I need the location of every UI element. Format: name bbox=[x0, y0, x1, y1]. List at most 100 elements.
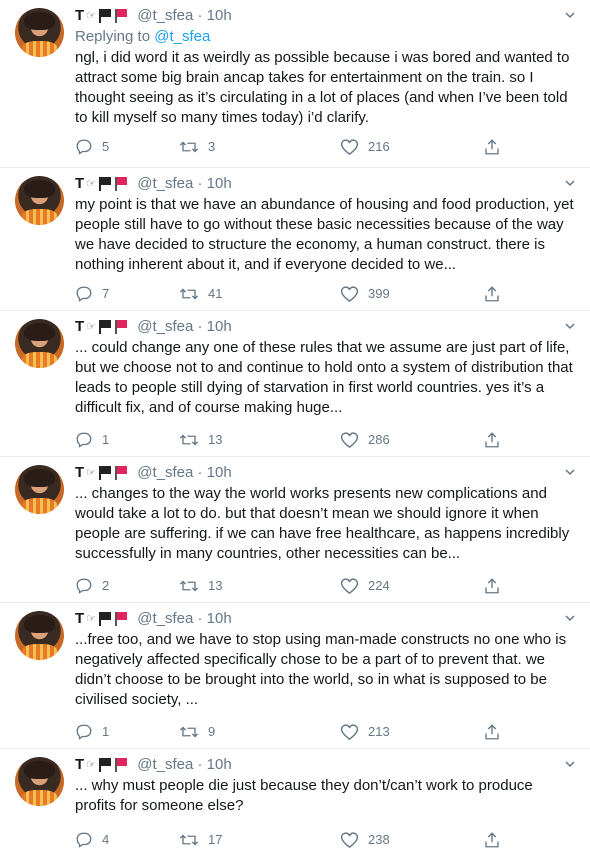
chevron-down-icon[interactable] bbox=[565, 613, 575, 623]
pointing-hand-emoji: ☞ bbox=[86, 178, 97, 191]
retweet-button[interactable]: 3 bbox=[179, 136, 215, 156]
retweet-button[interactable]: 13 bbox=[179, 575, 222, 595]
retweet-icon bbox=[179, 580, 199, 592]
like-icon bbox=[340, 138, 359, 155]
share-button[interactable] bbox=[483, 429, 501, 449]
avatar[interactable] bbox=[15, 757, 64, 806]
tweet[interactable]: T ☞ @t_sfea · 10h ... why must people die… bbox=[0, 749, 590, 853]
tweet-body: T ☞ @t_sfea · 10h ... could change any on… bbox=[75, 317, 575, 418]
user-handle[interactable]: @t_sfea bbox=[137, 756, 193, 773]
like-button[interactable]: 286 bbox=[340, 429, 390, 449]
tweet-body: T ☞ @t_sfea · 10h ...free too, and we hav… bbox=[75, 609, 575, 710]
replying-to-link[interactable]: @t_sfea bbox=[154, 28, 210, 45]
avatar[interactable] bbox=[15, 176, 64, 225]
tweet[interactable]: T ☞ @t_sfea · 10h ...free too, and we hav… bbox=[0, 603, 590, 749]
display-name[interactable]: T bbox=[75, 610, 84, 627]
like-icon bbox=[340, 285, 359, 302]
reply-button[interactable]: 5 bbox=[75, 136, 109, 156]
retweet-button[interactable]: 9 bbox=[179, 721, 215, 741]
red-flag-icon bbox=[115, 466, 128, 480]
chevron-down-icon[interactable] bbox=[565, 10, 575, 20]
tweet-actions: 2 13 224 bbox=[75, 575, 515, 595]
tweet-body: T ☞ @t_sfea · 10h Replying to @t_sfea ngl… bbox=[75, 6, 575, 128]
share-button[interactable] bbox=[483, 136, 501, 156]
timestamp[interactable]: 10h bbox=[207, 175, 232, 192]
share-button[interactable] bbox=[483, 283, 501, 303]
black-flag-icon bbox=[99, 466, 112, 480]
reply-button[interactable]: 1 bbox=[75, 429, 109, 449]
retweet-button[interactable]: 17 bbox=[179, 829, 222, 849]
user-handle[interactable]: @t_sfea bbox=[137, 175, 193, 192]
tweet[interactable]: T ☞ @t_sfea · 10h ... could change any on… bbox=[0, 311, 590, 457]
tweet-text: ... changes to the way the world works p… bbox=[75, 485, 574, 562]
timestamp[interactable]: 10h bbox=[207, 7, 232, 24]
share-icon bbox=[485, 431, 499, 447]
chevron-down-icon[interactable] bbox=[565, 759, 575, 769]
like-icon bbox=[340, 431, 359, 448]
reply-button[interactable]: 1 bbox=[75, 721, 109, 741]
tweet[interactable]: T ☞ @t_sfea · 10h Replying to @t_sfea ngl… bbox=[0, 0, 590, 168]
retweet-icon bbox=[179, 726, 199, 738]
share-button[interactable] bbox=[483, 829, 501, 849]
avatar[interactable] bbox=[15, 465, 64, 514]
retweet-button[interactable]: 41 bbox=[179, 283, 222, 303]
display-name[interactable]: T bbox=[75, 7, 84, 24]
share-icon bbox=[485, 723, 499, 739]
tweet-text: ... why must people die just because the… bbox=[75, 777, 537, 814]
display-name[interactable]: T bbox=[75, 464, 84, 481]
share-icon bbox=[485, 138, 499, 154]
reply-button[interactable]: 4 bbox=[75, 829, 109, 849]
tweet-text: ngl, i did word it as weirdly as possibl… bbox=[75, 49, 574, 126]
user-handle[interactable]: @t_sfea bbox=[137, 610, 193, 627]
retweet-icon bbox=[179, 434, 199, 446]
red-flag-icon bbox=[115, 612, 128, 626]
retweet-count: 41 bbox=[208, 285, 223, 301]
reply-icon bbox=[76, 432, 92, 447]
tweet[interactable]: T ☞ @t_sfea · 10h my point is that we hav… bbox=[0, 168, 590, 311]
retweet-count: 3 bbox=[208, 138, 216, 154]
share-button[interactable] bbox=[483, 721, 501, 741]
like-button[interactable]: 224 bbox=[340, 575, 390, 595]
display-name[interactable]: T bbox=[75, 756, 84, 773]
like-button[interactable]: 216 bbox=[340, 136, 390, 156]
reply-button[interactable]: 7 bbox=[75, 283, 109, 303]
avatar[interactable] bbox=[15, 611, 64, 660]
share-button[interactable] bbox=[483, 575, 501, 595]
tweet[interactable]: T ☞ @t_sfea · 10h ... changes to the way … bbox=[0, 457, 590, 603]
like-button[interactable]: 238 bbox=[340, 829, 390, 849]
avatar[interactable] bbox=[15, 8, 64, 57]
like-count: 224 bbox=[368, 577, 390, 593]
retweet-button[interactable]: 13 bbox=[179, 429, 222, 449]
user-handle[interactable]: @t_sfea bbox=[137, 7, 193, 24]
timestamp[interactable]: 10h bbox=[207, 610, 232, 627]
chevron-down-icon[interactable] bbox=[565, 467, 575, 477]
like-count: 216 bbox=[368, 138, 390, 154]
reply-button[interactable]: 2 bbox=[75, 575, 109, 595]
tweet-actions: 5 3 216 bbox=[75, 136, 515, 156]
share-icon bbox=[485, 831, 499, 847]
reply-icon bbox=[76, 832, 92, 847]
retweet-count: 13 bbox=[208, 577, 223, 593]
display-name[interactable]: T bbox=[75, 175, 84, 192]
like-count: 286 bbox=[368, 431, 390, 447]
like-button[interactable]: 213 bbox=[340, 721, 390, 741]
like-button[interactable]: 399 bbox=[340, 283, 390, 303]
black-flag-icon bbox=[99, 612, 112, 626]
user-handle[interactable]: @t_sfea bbox=[137, 318, 193, 335]
red-flag-icon bbox=[115, 9, 128, 23]
timestamp[interactable]: 10h bbox=[207, 464, 232, 481]
reply-count: 1 bbox=[102, 431, 110, 447]
pointing-hand-emoji: ☞ bbox=[86, 613, 97, 626]
timestamp[interactable]: 10h bbox=[207, 756, 232, 773]
tweet-header: T ☞ @t_sfea · 10h bbox=[75, 6, 575, 26]
timestamp[interactable]: 10h bbox=[207, 318, 232, 335]
chevron-down-icon[interactable] bbox=[565, 178, 575, 188]
chevron-down-icon[interactable] bbox=[565, 321, 575, 331]
retweet-icon bbox=[179, 288, 199, 300]
user-handle[interactable]: @t_sfea bbox=[137, 464, 193, 481]
like-icon bbox=[340, 831, 359, 848]
display-name[interactable]: T bbox=[75, 318, 84, 335]
black-flag-icon bbox=[99, 9, 112, 23]
avatar[interactable] bbox=[15, 319, 64, 368]
like-count: 213 bbox=[368, 723, 390, 739]
